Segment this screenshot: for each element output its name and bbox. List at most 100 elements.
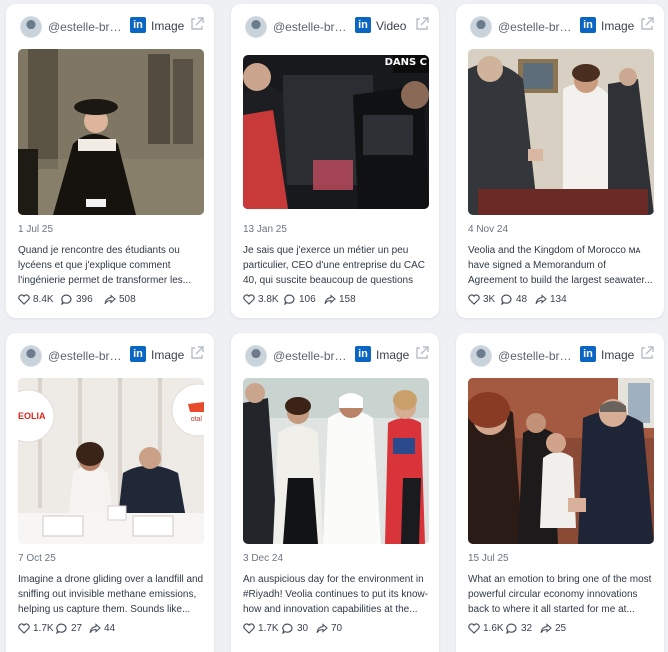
avatar[interactable] bbox=[470, 16, 492, 38]
external-link-icon[interactable] bbox=[415, 346, 429, 360]
likes-count: 1.7K bbox=[33, 623, 54, 634]
post-image[interactable] bbox=[468, 49, 654, 215]
heart-icon bbox=[468, 623, 480, 634]
post-image[interactable] bbox=[18, 49, 204, 215]
avatar[interactable] bbox=[245, 345, 267, 367]
comments-count: 48 bbox=[516, 294, 528, 305]
post-text: What an emotion to bring one of the most… bbox=[468, 574, 652, 615]
comment-icon bbox=[282, 623, 293, 634]
avatar[interactable] bbox=[20, 345, 42, 367]
heart-icon bbox=[18, 623, 30, 634]
author-handle[interactable]: @estelle-brac... bbox=[498, 349, 572, 363]
external-link-icon[interactable] bbox=[190, 346, 204, 360]
share-icon bbox=[535, 294, 547, 305]
post-stats: 3.8K 106 158 bbox=[243, 293, 429, 307]
external-link-icon[interactable] bbox=[415, 17, 429, 31]
avatar[interactable] bbox=[470, 345, 492, 367]
veolia-logo-text: EOLIA bbox=[18, 411, 46, 421]
card-header: @estelle-brac... in Image bbox=[468, 345, 654, 369]
post-text: Je sais que j'exerce un métier un peu pa… bbox=[243, 245, 425, 286]
media-type-label: Image bbox=[601, 348, 635, 362]
external-link-icon[interactable] bbox=[640, 346, 654, 360]
post-card[interactable]: @estelle-brac... in Image bbox=[231, 333, 439, 652]
linkedin-icon: in bbox=[130, 346, 146, 362]
likes-count: 1.6K bbox=[483, 623, 504, 634]
card-header: @estelle-brac... in Image bbox=[18, 16, 204, 40]
post-stats: 1.7K 27 44 bbox=[18, 622, 204, 636]
likes-count: 1.7K bbox=[258, 623, 279, 634]
post-image[interactable]: EOLIA otal bbox=[18, 378, 204, 544]
total-logo-text: otal bbox=[190, 416, 202, 423]
author-handle[interactable]: @estelle-brac... bbox=[498, 20, 572, 34]
avatar[interactable] bbox=[20, 16, 42, 38]
post-image[interactable] bbox=[468, 378, 654, 544]
post-date: 7 Oct 25 bbox=[18, 553, 56, 564]
post-text: Imagine a drone gliding over a landfill … bbox=[18, 574, 204, 615]
media-type-label: Video bbox=[376, 19, 407, 33]
post-grid: @estelle-brac... in Image 1 Jul 25 Q bbox=[6, 4, 668, 652]
likes-count: 3K bbox=[483, 294, 496, 305]
likes-count: 8.4K bbox=[33, 294, 54, 305]
post-text: An auspicious day for the environment in… bbox=[243, 574, 429, 615]
shares-count: 70 bbox=[331, 623, 343, 634]
share-icon bbox=[89, 623, 101, 634]
shares-count: 25 bbox=[555, 623, 567, 634]
likes-count: 3.8K bbox=[258, 294, 279, 305]
linkedin-icon: in bbox=[355, 17, 371, 33]
post-date: 3 Dec 24 bbox=[243, 553, 284, 564]
post-card[interactable]: @estelle-brac... in Image 1 Jul 25 Q bbox=[6, 4, 214, 318]
shares-count: 134 bbox=[550, 294, 567, 305]
share-icon bbox=[104, 294, 116, 305]
post-stats: 1.6K 32 25 bbox=[468, 622, 654, 636]
shares-count: 44 bbox=[104, 623, 116, 634]
avatar[interactable] bbox=[245, 16, 267, 38]
video-overlay-label: DANS C bbox=[384, 57, 427, 68]
linkedin-icon: in bbox=[130, 17, 146, 33]
comments-count: 396 bbox=[76, 294, 93, 305]
post-stats: 3K 48 134 bbox=[468, 293, 654, 307]
author-handle[interactable]: @estelle-brachl... bbox=[273, 20, 347, 34]
post-card[interactable]: @estelle-brac... in Image 4 Nov 24 V bbox=[456, 4, 664, 318]
post-card[interactable]: @estelle-brachl... in Video DANS C 13 Ja… bbox=[231, 4, 439, 318]
card-header: @estelle-brac... in Image bbox=[243, 345, 429, 369]
author-handle[interactable]: @estelle-brac... bbox=[273, 349, 347, 363]
post-text: Veolia and the Kingdom of Morocco ᴍᴀ hav… bbox=[468, 245, 653, 286]
author-handle[interactable]: @estelle-brac... bbox=[48, 20, 122, 34]
post-image[interactable] bbox=[243, 378, 429, 544]
post-video-thumbnail[interactable]: DANS C bbox=[243, 55, 429, 209]
post-date: 13 Jan 25 bbox=[243, 224, 287, 235]
linkedin-icon: in bbox=[355, 346, 371, 362]
comments-count: 106 bbox=[299, 294, 316, 305]
card-header: @estelle-brac... in Image bbox=[18, 345, 204, 369]
post-text: Quand je rencontre des étudiants ou lycé… bbox=[18, 245, 192, 286]
comment-icon bbox=[284, 294, 295, 305]
external-link-icon[interactable] bbox=[190, 17, 204, 31]
media-type-label: Image bbox=[376, 348, 410, 362]
share-icon bbox=[316, 623, 328, 634]
post-date: 4 Nov 24 bbox=[468, 224, 509, 235]
heart-icon bbox=[243, 294, 255, 305]
post-card[interactable]: @estelle-brac... in Image bbox=[6, 333, 214, 652]
share-icon bbox=[324, 294, 336, 305]
linkedin-icon: in bbox=[580, 346, 596, 362]
author-handle[interactable]: @estelle-brac... bbox=[48, 349, 122, 363]
post-stats: 8.4K 396 508 bbox=[18, 293, 204, 307]
comment-icon bbox=[56, 623, 67, 634]
post-date: 15 Jul 25 bbox=[468, 553, 509, 564]
comment-icon bbox=[501, 294, 512, 305]
share-icon bbox=[540, 623, 552, 634]
comments-count: 32 bbox=[521, 623, 533, 634]
heart-icon bbox=[18, 294, 30, 305]
shares-count: 158 bbox=[339, 294, 356, 305]
heart-icon bbox=[243, 623, 255, 634]
post-stats: 1.7K 30 70 bbox=[243, 622, 429, 636]
media-type-label: Image bbox=[151, 348, 185, 362]
heart-icon bbox=[468, 294, 480, 305]
card-header: @estelle-brachl... in Video bbox=[243, 16, 429, 40]
comments-count: 30 bbox=[297, 623, 309, 634]
media-type-label: Image bbox=[151, 19, 185, 33]
external-link-icon[interactable] bbox=[640, 17, 654, 31]
comment-icon bbox=[61, 294, 72, 305]
comments-count: 27 bbox=[71, 623, 83, 634]
post-card[interactable]: @estelle-brac... in Image bbox=[456, 333, 664, 652]
